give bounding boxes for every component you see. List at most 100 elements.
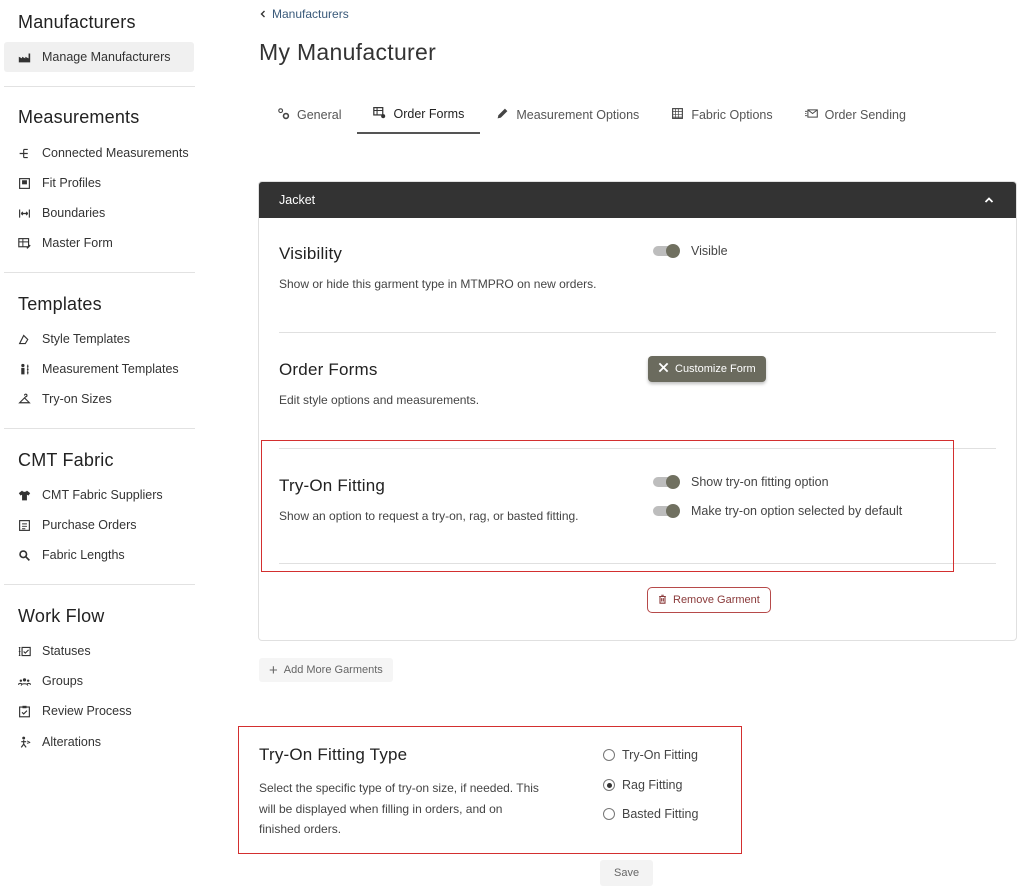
sidebar-item-label: Fabric Lengths bbox=[42, 548, 125, 562]
tab-bar: General Order Forms Measurement Options … bbox=[261, 96, 922, 134]
shirt-icon bbox=[4, 489, 42, 502]
status-flow-icon bbox=[4, 645, 42, 658]
sidebar-item-label: Groups bbox=[42, 674, 83, 688]
radio-label: Try-On Fitting bbox=[622, 748, 698, 762]
radio-label: Basted Fitting bbox=[622, 807, 699, 821]
tools-icon bbox=[658, 362, 669, 376]
desc-line: finished orders. bbox=[259, 822, 342, 836]
gears-icon bbox=[277, 107, 290, 123]
save-label: Save bbox=[614, 867, 640, 879]
sidebar-section-title: CMT Fabric bbox=[18, 450, 114, 470]
sidebar-item-label: Connected Measurements bbox=[42, 146, 189, 160]
page-title: My Manufacturer bbox=[259, 39, 437, 65]
customize-form-button[interactable]: Customize Form bbox=[648, 356, 766, 382]
pencil-icon bbox=[496, 107, 509, 123]
sidebar-section-title: Work Flow bbox=[18, 606, 105, 626]
highlight-box bbox=[261, 440, 954, 572]
clipboard-check-icon bbox=[4, 705, 42, 718]
sidebar-item-label: Master Form bbox=[42, 236, 113, 250]
hanger-icon bbox=[4, 393, 42, 406]
visibility-description: Show or hide this garment type in MTMPRO… bbox=[279, 277, 597, 291]
breadcrumb-link[interactable]: Manufacturers bbox=[272, 7, 349, 21]
chevron-up-icon[interactable] bbox=[984, 193, 994, 207]
sidebar-item-review-process[interactable]: Review Process bbox=[4, 696, 194, 726]
sidebar-item-label: Try-on Sizes bbox=[42, 392, 112, 406]
add-more-garments-button[interactable]: + Add More Garments bbox=[259, 658, 393, 682]
document-list-icon bbox=[4, 519, 42, 532]
tab-label: General bbox=[297, 108, 342, 122]
sidebar-item-label: Review Process bbox=[42, 704, 132, 718]
tab-order-sending[interactable]: Order Sending bbox=[789, 96, 922, 134]
style-icon bbox=[4, 333, 42, 346]
sidebar-item-label: CMT Fabric Suppliers bbox=[42, 488, 163, 502]
hierarchy-icon bbox=[4, 147, 42, 160]
breadcrumb[interactable]: Manufacturers bbox=[259, 7, 349, 21]
person-measure-icon bbox=[4, 363, 42, 376]
sidebar-item-statuses[interactable]: Statuses bbox=[4, 636, 194, 666]
radio-button[interactable] bbox=[603, 808, 615, 820]
sidebar-divider bbox=[4, 86, 195, 87]
sidebar-item-label: Statuses bbox=[42, 644, 91, 658]
trash-icon bbox=[658, 594, 667, 607]
boundaries-icon bbox=[4, 207, 42, 220]
sidebar: Manufacturers Manage Manufacturers Measu… bbox=[0, 0, 200, 891]
radio-button[interactable] bbox=[603, 779, 615, 791]
tab-label: Order Sending bbox=[824, 108, 906, 122]
tab-label: Measurement Options bbox=[516, 108, 640, 122]
sidebar-section-title: Templates bbox=[18, 294, 102, 314]
sidebar-item-label: Style Templates bbox=[42, 332, 131, 346]
sidebar-item-label: Measurement Templates bbox=[42, 362, 179, 376]
desc-line: Select the specific type of try-on size,… bbox=[259, 781, 539, 795]
sidebar-item-style-templates[interactable]: Style Templates bbox=[4, 324, 194, 354]
group-icon bbox=[4, 675, 42, 688]
sidebar-item-measurement-templates[interactable]: Measurement Templates bbox=[4, 354, 194, 384]
profile-book-icon bbox=[4, 177, 42, 190]
sidebar-section-title: Manufacturers bbox=[18, 12, 136, 32]
sidebar-section-title: Measurements bbox=[18, 107, 140, 127]
visibility-title: Visibility bbox=[279, 244, 343, 263]
tab-measurement-options[interactable]: Measurement Options bbox=[480, 96, 655, 134]
order-forms-title: Order Forms bbox=[279, 360, 378, 379]
sidebar-divider bbox=[4, 584, 195, 585]
sidebar-item-alterations[interactable]: Alterations bbox=[4, 727, 194, 757]
order-forms-description: Edit style options and measurements. bbox=[279, 393, 480, 407]
radio-button[interactable] bbox=[603, 749, 615, 761]
remove-garment-button[interactable]: Remove Garment bbox=[647, 587, 771, 613]
garment-name: Jacket bbox=[279, 193, 316, 207]
sidebar-item-cmt-fabric-suppliers[interactable]: CMT Fabric Suppliers bbox=[4, 480, 194, 510]
sidebar-item-connected-measurements[interactable]: Connected Measurements bbox=[4, 138, 194, 168]
send-mail-icon bbox=[804, 107, 818, 123]
tab-fabric-options[interactable]: Fabric Options bbox=[655, 96, 788, 134]
save-button[interactable]: Save bbox=[600, 860, 654, 886]
customize-form-label: Customize Form bbox=[675, 363, 756, 375]
sidebar-item-label: Boundaries bbox=[42, 206, 106, 220]
alterations-icon bbox=[4, 736, 42, 749]
sidebar-item-groups[interactable]: Groups bbox=[4, 666, 194, 696]
sidebar-item-try-on-sizes[interactable]: Try-on Sizes bbox=[4, 384, 194, 414]
visible-toggle-label: Visible bbox=[691, 244, 728, 258]
tab-label: Order Forms bbox=[393, 107, 465, 121]
fabric-grid-icon bbox=[671, 107, 684, 123]
sidebar-divider bbox=[4, 272, 195, 273]
radio-try-on-fitting[interactable]: Try-On Fitting bbox=[603, 748, 698, 762]
visible-toggle[interactable] bbox=[653, 244, 680, 258]
sidebar-item-manage-manufacturers[interactable]: Manage Manufacturers bbox=[4, 42, 194, 72]
radio-basted-fitting[interactable]: Basted Fitting bbox=[603, 807, 698, 821]
tab-order-forms[interactable]: Order Forms bbox=[357, 96, 481, 134]
sidebar-item-master-form[interactable]: Master Form bbox=[4, 228, 194, 258]
sidebar-item-fit-profiles[interactable]: Fit Profiles bbox=[4, 168, 194, 198]
sidebar-item-label: Purchase Orders bbox=[42, 518, 137, 532]
factory-icon bbox=[4, 51, 42, 64]
tab-general[interactable]: General bbox=[261, 96, 357, 134]
remove-garment-label: Remove Garment bbox=[673, 594, 760, 606]
sidebar-item-label: Manage Manufacturers bbox=[42, 50, 171, 64]
sidebar-item-purchase-orders[interactable]: Purchase Orders bbox=[4, 510, 194, 540]
sidebar-item-boundaries[interactable]: Boundaries bbox=[4, 198, 194, 228]
sidebar-item-label: Fit Profiles bbox=[42, 176, 102, 190]
radio-rag-fitting[interactable]: Rag Fitting bbox=[603, 778, 682, 792]
garment-card: Jacket bbox=[258, 181, 1017, 641]
sidebar-item-fabric-lengths[interactable]: Fabric Lengths bbox=[4, 540, 194, 570]
garment-card-header[interactable]: Jacket bbox=[259, 182, 1016, 218]
sidebar-divider bbox=[4, 428, 195, 429]
plus-icon: + bbox=[269, 661, 278, 679]
